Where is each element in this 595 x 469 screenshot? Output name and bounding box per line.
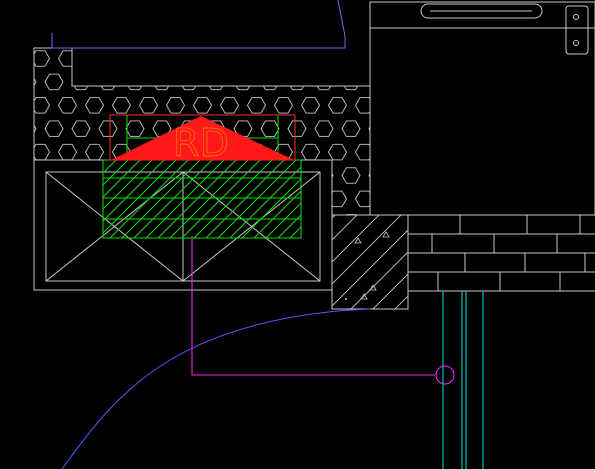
drain-pipe [191,236,455,385]
roof-edge-line [51,0,346,49]
wall-section [369,1,595,216]
boundary-curve [61,308,371,469]
concrete-block [331,214,409,310]
roof-drain-label: RD [173,121,229,165]
brick-wall [408,214,595,292]
column-lines [442,291,484,469]
cad-drawing: RD [33,0,595,469]
